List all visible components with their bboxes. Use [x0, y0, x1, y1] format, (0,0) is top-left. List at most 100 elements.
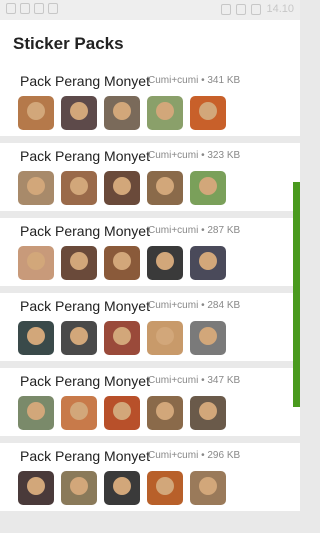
baboon-sticker — [61, 246, 97, 280]
monkey-face-shape — [156, 402, 174, 420]
sticker-preview-row — [18, 396, 226, 430]
monkey-face-shape — [156, 327, 174, 345]
monkey-face-shape — [113, 327, 131, 345]
pack-author: Cumi+cumi — [148, 150, 199, 161]
pack-size: 287 KB — [207, 225, 241, 236]
pack-size: 347 KB — [207, 375, 241, 386]
chimp-caption-sticker — [18, 471, 54, 505]
monkey-face-shape — [156, 477, 174, 495]
sticker-preview-row — [18, 246, 226, 280]
chimp-sticker — [104, 171, 140, 205]
monkey-portrait-sticker — [18, 321, 54, 355]
monkey-face-shape — [70, 252, 88, 270]
pack-name: Pack Perang Monyet — [20, 373, 150, 389]
pack-size: 323 KB — [207, 150, 241, 161]
monkey-face-shape — [113, 402, 131, 420]
monkey-face-shape — [70, 177, 88, 195]
sticker-preview-row — [18, 321, 226, 355]
monkey-face-shape — [156, 102, 174, 120]
monkey-face-shape — [199, 477, 217, 495]
pack-meta: Cumi+cumi • 347 KB — [148, 375, 240, 386]
monkey-face-shape — [27, 252, 45, 270]
scrollbar[interactable] — [293, 182, 300, 407]
monkey-lying-sticker — [61, 171, 97, 205]
sticker-preview-row — [18, 96, 226, 130]
notification-icon — [6, 3, 16, 14]
monkey-face-shape — [113, 177, 131, 195]
gorilla-sticker — [61, 96, 97, 130]
monkey-face-shape — [70, 102, 88, 120]
pack-meta: Cumi+cumi • 341 KB — [148, 75, 240, 86]
meta-separator: • — [198, 450, 208, 461]
sticker-preview-row — [18, 471, 226, 505]
system-icons: 14.10 — [221, 3, 294, 15]
monkey-laugh-sticker — [147, 321, 183, 355]
meta-separator: • — [198, 225, 208, 236]
sticker-pack-card[interactable]: Pack Perang Monyet Cumi+cumi • 296 KB — [0, 443, 300, 518]
page-title: Sticker Packs — [13, 34, 124, 53]
sticker-preview-row — [18, 171, 226, 205]
notification-icons — [6, 3, 58, 14]
clock: 14.10 — [266, 3, 294, 15]
macaque-sticker — [18, 246, 54, 280]
orangutan-sticker — [190, 96, 226, 130]
sticker-pack-list: Pack Perang Monyet Cumi+cumi • 341 KB Pack… — [0, 68, 300, 518]
meta-separator: • — [198, 150, 208, 161]
pack-size: 284 KB — [207, 300, 241, 311]
battery-icon — [251, 3, 262, 15]
pack-name: Pack Perang Monyet — [20, 148, 150, 164]
orangutan-caption-sticker — [147, 471, 183, 505]
monkey-face-shape — [113, 252, 131, 270]
monkey-face-shape — [156, 252, 174, 270]
gorilla-caption-sticker — [61, 321, 97, 355]
monkey-face-shape — [27, 102, 45, 120]
wifi-icon — [221, 3, 232, 15]
sticker-pack-card[interactable]: Pack Perang Monyet Cumi+cumi • 323 KB — [0, 143, 300, 218]
monkey-face-shape — [27, 402, 45, 420]
ape-face-sticker — [104, 96, 140, 130]
gorilla-black-sticker — [104, 471, 140, 505]
pack-size: 341 KB — [207, 75, 241, 86]
pack-name: Pack Perang Monyet — [20, 448, 150, 464]
monkey-group-sticker — [18, 396, 54, 430]
monkey-caption-sticker — [18, 171, 54, 205]
pack-meta: Cumi+cumi • 296 KB — [148, 450, 240, 461]
sticker-pack-card[interactable]: Pack Perang Monyet Cumi+cumi • 347 KB — [0, 368, 300, 443]
ape-red-sticker — [104, 321, 140, 355]
pack-author: Cumi+cumi — [148, 300, 199, 311]
monkey-face-shape — [113, 102, 131, 120]
black-ape-sticker — [147, 246, 183, 280]
pack-author: Cumi+cumi — [148, 375, 199, 386]
gorilla-dark-sticker — [190, 246, 226, 280]
pack-name: Pack Perang Monyet — [20, 223, 150, 239]
meta-separator: • — [198, 375, 208, 386]
sticker-pack-card[interactable]: Pack Perang Monyet Cumi+cumi • 284 KB — [0, 293, 300, 368]
mail-icon — [34, 3, 44, 14]
sticker-pack-card[interactable]: Pack Perang Monyet Cumi+cumi • 341 KB — [0, 68, 300, 143]
monkey-face-shape — [70, 402, 88, 420]
pack-size: 296 KB — [207, 450, 241, 461]
pack-meta: Cumi+cumi • 323 KB — [148, 150, 240, 161]
monkey-face-shape — [199, 327, 217, 345]
monkey-face-shape — [199, 177, 217, 195]
monkey-text-sticker — [147, 96, 183, 130]
monkey-sitting-sticker — [18, 96, 54, 130]
sticker-pack-card[interactable]: Pack Perang Monyet Cumi+cumi • 287 KB — [0, 218, 300, 293]
pack-name: Pack Perang Monyet — [20, 73, 150, 89]
pack-meta: Cumi+cumi • 284 KB — [148, 300, 240, 311]
monkey-face-shape — [156, 177, 174, 195]
monkey-label-sticker — [147, 171, 183, 205]
monkey-face-shape — [70, 477, 88, 495]
meta-separator: • — [198, 75, 208, 86]
meta-separator: • — [198, 300, 208, 311]
signal-icon — [236, 3, 247, 15]
monkey-face-shape — [27, 327, 45, 345]
pack-author: Cumi+cumi — [148, 225, 199, 236]
status-bar: 14.10 — [0, 0, 300, 20]
pack-author: Cumi+cumi — [148, 75, 199, 86]
oh-monkey-sticker — [190, 396, 226, 430]
monkey-green-text-sticker — [190, 171, 226, 205]
two-monkeys-sticker — [61, 471, 97, 505]
monkey-face-shape — [27, 477, 45, 495]
usb-icon — [48, 3, 58, 14]
